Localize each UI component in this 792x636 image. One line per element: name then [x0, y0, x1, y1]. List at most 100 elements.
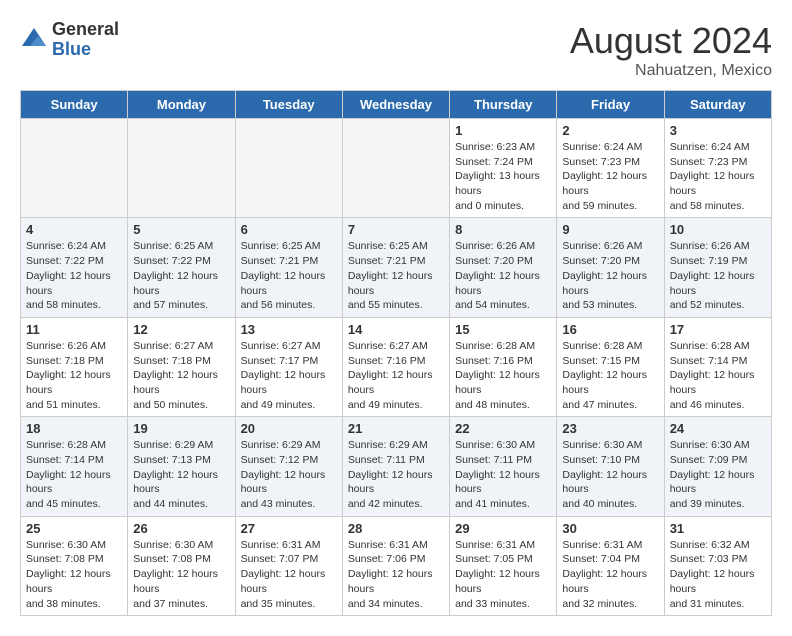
day-number: 23: [562, 421, 658, 436]
day-info: Sunrise: 6:32 AMSunset: 7:03 PMDaylight:…: [670, 538, 766, 611]
day-info: Sunrise: 6:25 AMSunset: 7:21 PMDaylight:…: [241, 239, 337, 312]
logo-general-text: General: [52, 20, 119, 40]
day-info: Sunrise: 6:31 AMSunset: 7:04 PMDaylight:…: [562, 538, 658, 611]
calendar-week-row: 25 Sunrise: 6:30 AMSunset: 7:08 PMDayligh…: [21, 516, 772, 615]
day-info: Sunrise: 6:29 AMSunset: 7:12 PMDaylight:…: [241, 438, 337, 511]
title-block: August 2024 Nahuatzen, Mexico: [570, 20, 772, 80]
day-info: Sunrise: 6:29 AMSunset: 7:13 PMDaylight:…: [133, 438, 229, 511]
calendar-cell: 23 Sunrise: 6:30 AMSunset: 7:10 PMDayligh…: [557, 417, 664, 516]
calendar-cell: [128, 119, 235, 218]
calendar-week-row: 4 Sunrise: 6:24 AMSunset: 7:22 PMDaylight…: [21, 218, 772, 317]
day-number: 16: [562, 322, 658, 337]
calendar-cell: [235, 119, 342, 218]
day-header-saturday: Saturday: [664, 91, 771, 119]
calendar-cell: 5 Sunrise: 6:25 AMSunset: 7:22 PMDaylight…: [128, 218, 235, 317]
day-info: Sunrise: 6:28 AMSunset: 7:14 PMDaylight:…: [670, 339, 766, 412]
day-number: 4: [26, 222, 122, 237]
month-year-title: August 2024: [570, 20, 772, 62]
logo-icon: [20, 26, 48, 54]
day-header-sunday: Sunday: [21, 91, 128, 119]
day-header-thursday: Thursday: [450, 91, 557, 119]
day-number: 27: [241, 521, 337, 536]
day-info: Sunrise: 6:25 AMSunset: 7:21 PMDaylight:…: [348, 239, 444, 312]
day-header-tuesday: Tuesday: [235, 91, 342, 119]
day-number: 15: [455, 322, 551, 337]
day-header-monday: Monday: [128, 91, 235, 119]
calendar-cell: 8Sunrise: 6:26 AMSunset: 7:20 PMDaylight…: [450, 218, 557, 317]
day-info: Sunrise: 6:30 AMSunset: 7:08 PMDaylight:…: [133, 538, 229, 611]
day-header-friday: Friday: [557, 91, 664, 119]
calendar-cell: 18Sunrise: 6:28 AMSunset: 7:14 PMDayligh…: [21, 417, 128, 516]
calendar-cell: 14 Sunrise: 6:27 AMSunset: 7:16 PMDayligh…: [342, 317, 449, 416]
day-info: Sunrise: 6:24 AMSunset: 7:23 PMDaylight:…: [670, 140, 766, 213]
day-info: Sunrise: 6:28 AMSunset: 7:16 PMDaylight:…: [455, 339, 551, 412]
day-number: 17: [670, 322, 766, 337]
calendar-cell: 9 Sunrise: 6:26 AMSunset: 7:20 PMDaylight…: [557, 218, 664, 317]
day-info: Sunrise: 6:24 AMSunset: 7:23 PMDaylight:…: [562, 140, 658, 213]
day-info: Sunrise: 6:30 AMSunset: 7:10 PMDaylight:…: [562, 438, 658, 511]
day-number: 6: [241, 222, 337, 237]
calendar-cell: 12Sunrise: 6:27 AMSunset: 7:18 PMDayligh…: [128, 317, 235, 416]
calendar-cell: 21 Sunrise: 6:29 AMSunset: 7:11 PMDayligh…: [342, 417, 449, 516]
day-number: 9: [562, 222, 658, 237]
calendar-cell: 26 Sunrise: 6:30 AMSunset: 7:08 PMDayligh…: [128, 516, 235, 615]
day-number: 30: [562, 521, 658, 536]
calendar-cell: 13Sunrise: 6:27 AMSunset: 7:17 PMDayligh…: [235, 317, 342, 416]
day-number: 2: [562, 123, 658, 138]
calendar-cell: [342, 119, 449, 218]
day-number: 19: [133, 421, 229, 436]
day-info: Sunrise: 6:24 AMSunset: 7:22 PMDaylight:…: [26, 239, 122, 312]
day-number: 14: [348, 322, 444, 337]
day-number: 13: [241, 322, 337, 337]
day-number: 1: [455, 123, 551, 138]
calendar-cell: 15 Sunrise: 6:28 AMSunset: 7:16 PMDayligh…: [450, 317, 557, 416]
header-row: SundayMondayTuesdayWednesdayThursdayFrid…: [21, 91, 772, 119]
day-info: Sunrise: 6:25 AMSunset: 7:22 PMDaylight:…: [133, 239, 229, 312]
day-info: Sunrise: 6:26 AMSunset: 7:18 PMDaylight:…: [26, 339, 122, 412]
day-number: 29: [455, 521, 551, 536]
day-number: 7: [348, 222, 444, 237]
day-info: Sunrise: 6:31 AMSunset: 7:07 PMDaylight:…: [241, 538, 337, 611]
calendar-cell: 24Sunrise: 6:30 AMSunset: 7:09 PMDayligh…: [664, 417, 771, 516]
calendar-cell: 27 Sunrise: 6:31 AMSunset: 7:07 PMDayligh…: [235, 516, 342, 615]
day-info: Sunrise: 6:30 AMSunset: 7:11 PMDaylight:…: [455, 438, 551, 511]
day-number: 31: [670, 521, 766, 536]
day-info: Sunrise: 6:26 AMSunset: 7:20 PMDaylight:…: [455, 239, 551, 312]
calendar-week-row: 1 Sunrise: 6:23 AMSunset: 7:24 PMDaylight…: [21, 119, 772, 218]
calendar-cell: 4 Sunrise: 6:24 AMSunset: 7:22 PMDaylight…: [21, 218, 128, 317]
calendar-cell: 29Sunrise: 6:31 AMSunset: 7:05 PMDayligh…: [450, 516, 557, 615]
day-number: 25: [26, 521, 122, 536]
calendar-week-row: 11 Sunrise: 6:26 AMSunset: 7:18 PMDayligh…: [21, 317, 772, 416]
day-number: 10: [670, 222, 766, 237]
calendar-cell: 31 Sunrise: 6:32 AMSunset: 7:03 PMDayligh…: [664, 516, 771, 615]
calendar-week-row: 18Sunrise: 6:28 AMSunset: 7:14 PMDayligh…: [21, 417, 772, 516]
page-header: General Blue August 2024 Nahuatzen, Mexi…: [20, 20, 772, 80]
calendar-cell: 3 Sunrise: 6:24 AMSunset: 7:23 PMDaylight…: [664, 119, 771, 218]
calendar-cell: 6 Sunrise: 6:25 AMSunset: 7:21 PMDaylight…: [235, 218, 342, 317]
calendar-cell: 1 Sunrise: 6:23 AMSunset: 7:24 PMDaylight…: [450, 119, 557, 218]
day-number: 18: [26, 421, 122, 436]
day-number: 5: [133, 222, 229, 237]
day-number: 12: [133, 322, 229, 337]
day-number: 3: [670, 123, 766, 138]
day-number: 21: [348, 421, 444, 436]
calendar-cell: 11 Sunrise: 6:26 AMSunset: 7:18 PMDayligh…: [21, 317, 128, 416]
calendar-cell: 19 Sunrise: 6:29 AMSunset: 7:13 PMDayligh…: [128, 417, 235, 516]
day-number: 28: [348, 521, 444, 536]
calendar-cell: 25Sunrise: 6:30 AMSunset: 7:08 PMDayligh…: [21, 516, 128, 615]
calendar-cell: 16Sunrise: 6:28 AMSunset: 7:15 PMDayligh…: [557, 317, 664, 416]
day-number: 26: [133, 521, 229, 536]
calendar-cell: 17 Sunrise: 6:28 AMSunset: 7:14 PMDayligh…: [664, 317, 771, 416]
calendar-table: SundayMondayTuesdayWednesdayThursdayFrid…: [20, 90, 772, 616]
day-info: Sunrise: 6:29 AMSunset: 7:11 PMDaylight:…: [348, 438, 444, 511]
logo-blue-text: Blue: [52, 40, 119, 60]
calendar-cell: 2 Sunrise: 6:24 AMSunset: 7:23 PMDaylight…: [557, 119, 664, 218]
calendar-cell: 30 Sunrise: 6:31 AMSunset: 7:04 PMDayligh…: [557, 516, 664, 615]
day-info: Sunrise: 6:30 AMSunset: 7:09 PMDaylight:…: [670, 438, 766, 511]
day-number: 22: [455, 421, 551, 436]
day-info: Sunrise: 6:27 AMSunset: 7:16 PMDaylight:…: [348, 339, 444, 412]
day-number: 11: [26, 322, 122, 337]
day-info: Sunrise: 6:23 AMSunset: 7:24 PMDaylight:…: [455, 140, 551, 213]
day-info: Sunrise: 6:26 AMSunset: 7:20 PMDaylight:…: [562, 239, 658, 312]
day-number: 20: [241, 421, 337, 436]
